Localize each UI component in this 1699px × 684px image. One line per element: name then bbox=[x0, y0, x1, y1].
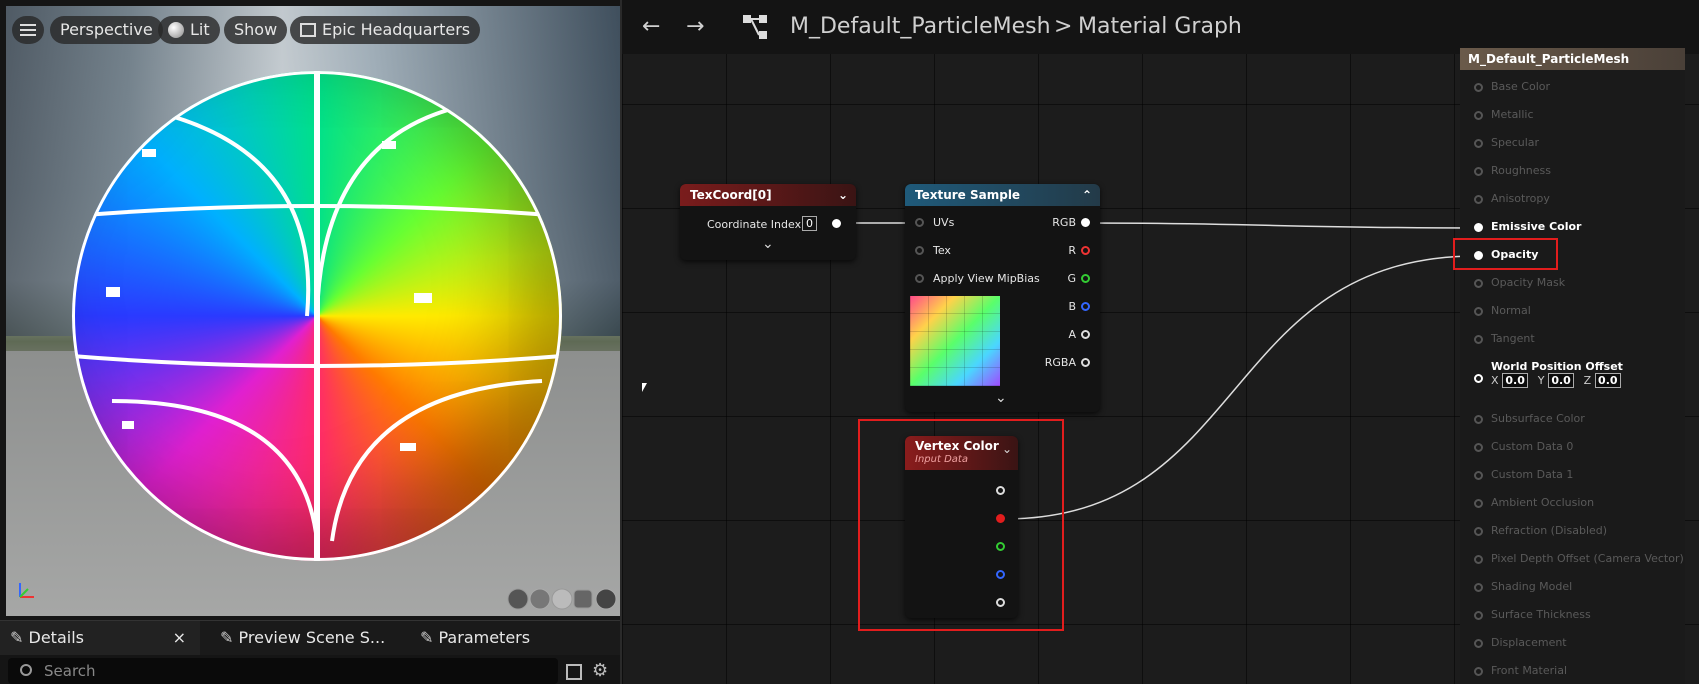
b-label: B bbox=[1068, 300, 1076, 313]
g-output-pin[interactable] bbox=[1081, 274, 1090, 283]
uvs-label: UVs bbox=[933, 216, 955, 229]
output-node-title: M_Default_ParticleMesh bbox=[1460, 48, 1685, 70]
pin-ambient-occlusion[interactable]: Ambient Occlusion bbox=[1474, 496, 1594, 509]
pin-specular[interactable]: Specular bbox=[1474, 136, 1539, 149]
texture-sample-node[interactable]: Texture Sample ⌃ UVs Tex Apply View MipB… bbox=[905, 184, 1100, 412]
wpo-z-input[interactable]: 0.0 bbox=[1595, 373, 1621, 388]
pin-displacement[interactable]: Displacement bbox=[1474, 636, 1567, 649]
vertex-color-highlight bbox=[858, 419, 1064, 631]
rgb-label: RGB bbox=[1052, 216, 1076, 229]
mipbias-label: Apply View MipBias bbox=[933, 272, 1040, 285]
pin-world-position-offset[interactable]: World Position Offset X 0.0 Y 0.0 Z 0.0 bbox=[1474, 360, 1627, 388]
pin-tangent[interactable]: Tangent bbox=[1474, 332, 1535, 345]
pin-shading-model[interactable]: Shading Model bbox=[1474, 580, 1572, 593]
pin-metallic[interactable]: Metallic bbox=[1474, 108, 1534, 121]
b-output-pin[interactable] bbox=[1081, 302, 1090, 311]
pin-base-color[interactable]: Base Color bbox=[1474, 80, 1550, 93]
mouse-cursor-icon bbox=[642, 383, 647, 392]
pin-normal[interactable]: Normal bbox=[1474, 304, 1531, 317]
pin-surface-thickness[interactable]: Surface Thickness bbox=[1474, 608, 1591, 621]
pin-roughness[interactable]: Roughness bbox=[1474, 164, 1551, 177]
texture-sample-header: Texture Sample ⌃ bbox=[905, 184, 1100, 206]
pin-refraction[interactable]: Refraction (Disabled) bbox=[1474, 524, 1607, 537]
expand-chevron-icon[interactable]: ⌄ bbox=[762, 236, 774, 252]
chevron-down-icon[interactable]: ⌄ bbox=[838, 184, 848, 206]
uvs-input-pin[interactable] bbox=[915, 218, 924, 227]
r-label: R bbox=[1068, 244, 1076, 257]
tex-input-pin[interactable] bbox=[915, 246, 924, 255]
texture-thumbnail bbox=[910, 296, 1000, 386]
pin-custom-data-0[interactable]: Custom Data 0 bbox=[1474, 440, 1573, 453]
texcoord-header: TexCoord[0] ⌄ bbox=[680, 184, 856, 206]
rgba-label: RGBA bbox=[1044, 356, 1076, 369]
opacity-highlight bbox=[1453, 238, 1558, 270]
pin-anisotropy[interactable]: Anisotropy bbox=[1474, 192, 1550, 205]
r-output-pin[interactable] bbox=[1081, 246, 1090, 255]
pin-subsurface-color[interactable]: Subsurface Color bbox=[1474, 412, 1585, 425]
g-label: G bbox=[1067, 272, 1076, 285]
texture-sample-title: Texture Sample bbox=[915, 188, 1021, 202]
texcoord-title: TexCoord[0] bbox=[690, 188, 772, 202]
pin-custom-data-1[interactable]: Custom Data 1 bbox=[1474, 468, 1573, 481]
graph-wires bbox=[846, 222, 1478, 520]
wpo-x-input[interactable]: 0.0 bbox=[1502, 373, 1528, 388]
rgba-output-pin[interactable] bbox=[1081, 358, 1090, 367]
coordinate-index-label: Coordinate Index bbox=[707, 218, 802, 231]
pin-opacity-mask[interactable]: Opacity Mask bbox=[1474, 276, 1565, 289]
a-label: A bbox=[1068, 328, 1076, 341]
expand-chevron-icon[interactable]: ⌄ bbox=[995, 390, 1007, 406]
mipbias-input-pin[interactable] bbox=[915, 274, 924, 283]
pin-emissive-color[interactable]: Emissive Color bbox=[1474, 220, 1581, 233]
material-output-node[interactable]: M_Default_ParticleMesh Base Color Metall… bbox=[1460, 48, 1685, 684]
rgb-output-pin[interactable] bbox=[1081, 218, 1090, 227]
wpo-y-input[interactable]: 0.0 bbox=[1548, 373, 1574, 388]
chevron-up-icon[interactable]: ⌃ bbox=[1082, 184, 1092, 206]
texcoord-output-pin[interactable] bbox=[832, 219, 841, 228]
pin-front-material[interactable]: Front Material bbox=[1474, 664, 1567, 677]
tex-label: Tex bbox=[933, 244, 951, 257]
a-output-pin[interactable] bbox=[1081, 330, 1090, 339]
coordinate-index-input[interactable]: 0 bbox=[802, 216, 817, 231]
texcoord-node[interactable]: TexCoord[0] ⌄ Coordinate Index 0 ⌄ bbox=[680, 184, 856, 260]
pin-pixel-depth-offset[interactable]: Pixel Depth Offset (Camera Vector) bbox=[1474, 552, 1684, 565]
